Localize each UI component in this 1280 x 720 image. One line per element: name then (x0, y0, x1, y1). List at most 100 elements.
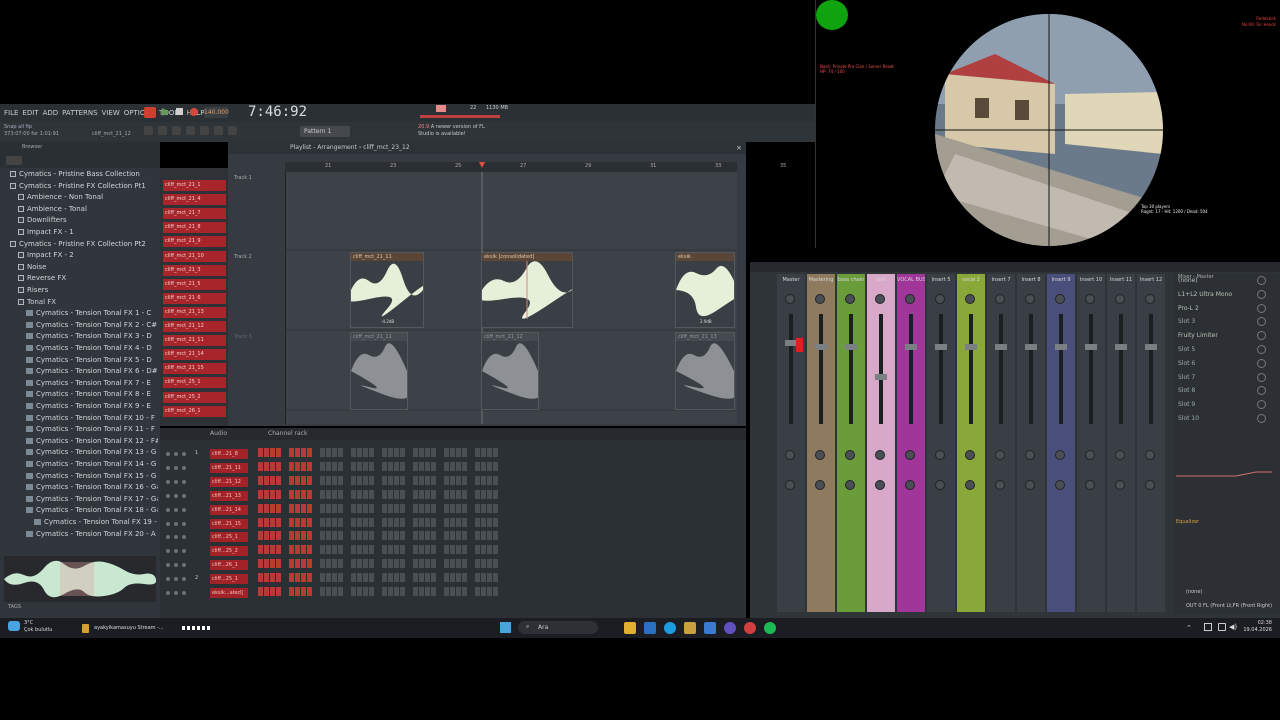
record-icon[interactable] (190, 108, 198, 116)
step-button[interactable] (450, 475, 455, 485)
step-button[interactable] (270, 517, 275, 527)
step-button[interactable] (363, 587, 368, 596)
step-button[interactable] (332, 559, 337, 569)
step-button[interactable] (413, 461, 418, 471)
step-button[interactable] (295, 559, 300, 569)
step-button[interactable] (301, 545, 306, 555)
clock-time[interactable]: 02:38 (1244, 620, 1272, 626)
step-button[interactable] (276, 489, 281, 499)
stereo-knob[interactable] (815, 480, 825, 490)
audio-clip[interactable]: eksik 2.9dB (675, 252, 735, 328)
step-button[interactable] (357, 489, 362, 499)
step-button[interactable] (258, 461, 263, 471)
step-button[interactable] (487, 503, 492, 513)
step-button[interactable] (326, 559, 331, 569)
step-button[interactable] (481, 503, 486, 513)
step-button[interactable] (388, 461, 393, 471)
channel-control-icon[interactable] (166, 521, 170, 526)
step-button[interactable] (487, 517, 492, 527)
pan-knob[interactable] (1115, 294, 1125, 304)
step-button[interactable] (289, 587, 294, 596)
pan-knob[interactable] (845, 294, 855, 304)
channel-name-button[interactable]: cliff...21_13 (210, 490, 248, 501)
pan-knob[interactable] (905, 294, 915, 304)
step-button[interactable] (487, 489, 492, 499)
step-button[interactable] (320, 545, 325, 555)
step-button[interactable] (419, 587, 424, 596)
step-button[interactable] (444, 545, 449, 555)
step-button[interactable] (394, 489, 399, 499)
step-button[interactable] (425, 531, 430, 541)
step-button[interactable] (475, 559, 480, 569)
step-button[interactable] (332, 573, 337, 583)
step-button[interactable] (431, 461, 436, 471)
channel-row[interactable]: cliff...21_13 (162, 490, 252, 502)
step-button[interactable] (320, 587, 325, 596)
step-button[interactable] (382, 503, 387, 513)
step-button[interactable] (332, 461, 337, 471)
step-button[interactable] (276, 517, 281, 527)
pan-knob[interactable] (785, 294, 795, 304)
step-button[interactable] (276, 559, 281, 569)
step-button[interactable] (276, 503, 281, 513)
channel-name-button[interactable]: cliff...26_1 (210, 560, 248, 571)
channel-control-icon[interactable] (166, 507, 170, 512)
step-button[interactable] (258, 517, 263, 527)
channel-row[interactable]: cliff...25_2 (162, 545, 252, 557)
step-button[interactable] (431, 489, 436, 499)
step-button[interactable] (425, 545, 430, 555)
step-button[interactable] (444, 531, 449, 541)
step-button[interactable] (258, 559, 263, 569)
step-button[interactable] (332, 489, 337, 499)
explorer-icon[interactable] (624, 622, 636, 634)
step-button[interactable] (289, 448, 294, 457)
step-button[interactable] (369, 573, 374, 583)
send-knob[interactable] (905, 450, 915, 460)
step-button[interactable] (400, 573, 405, 583)
step-button[interactable] (450, 545, 455, 555)
channel-control-icon[interactable] (174, 479, 178, 484)
step-button[interactable] (295, 489, 300, 499)
step-button[interactable] (270, 545, 275, 555)
step-button[interactable] (444, 573, 449, 583)
channel-row[interactable]: cliff...21_14 (162, 504, 252, 516)
step-button[interactable] (394, 503, 399, 513)
clip-source-item[interactable]: cliff_mct_21_8 (163, 222, 226, 234)
fader-handle[interactable] (875, 374, 887, 380)
step-button[interactable] (270, 559, 275, 569)
step-button[interactable] (363, 545, 368, 555)
mixer-strip[interactable]: Mastering (807, 274, 835, 612)
start-icon[interactable] (500, 622, 511, 633)
step-button[interactable] (462, 475, 467, 485)
step-button[interactable] (351, 559, 356, 569)
step-button[interactable] (369, 517, 374, 527)
step-button[interactable] (388, 475, 393, 485)
step-button[interactable] (462, 489, 467, 499)
mixer-strip[interactable]: Insert 7 (987, 274, 1015, 612)
send-knob[interactable] (965, 450, 975, 460)
step-button[interactable] (357, 475, 362, 485)
step-button[interactable] (475, 587, 480, 596)
ghost-clip[interactable]: cliff_mct_21_11 (350, 332, 412, 410)
step-button[interactable] (425, 587, 430, 596)
step-button[interactable] (338, 475, 343, 485)
step-button[interactable] (258, 573, 263, 583)
step-button[interactable] (270, 531, 275, 541)
channel-control-icon[interactable] (166, 465, 170, 470)
fader-handle[interactable] (845, 344, 857, 350)
step-button[interactable] (351, 475, 356, 485)
step-button[interactable] (326, 517, 331, 527)
step-button[interactable] (487, 531, 492, 541)
volume-fader[interactable] (935, 314, 947, 424)
step-button[interactable] (295, 503, 300, 513)
step-button[interactable] (369, 503, 374, 513)
channel-row[interactable]: 1 cliff...21_8 (162, 448, 252, 460)
step-button[interactable] (487, 559, 492, 569)
step-button[interactable] (413, 559, 418, 569)
pan-knob[interactable] (1085, 294, 1095, 304)
step-button[interactable] (326, 448, 331, 457)
step-button[interactable] (450, 517, 455, 527)
menu-file[interactable]: FILE (4, 109, 18, 117)
volume-fader[interactable] (1025, 314, 1037, 424)
step-button[interactable] (351, 448, 356, 457)
